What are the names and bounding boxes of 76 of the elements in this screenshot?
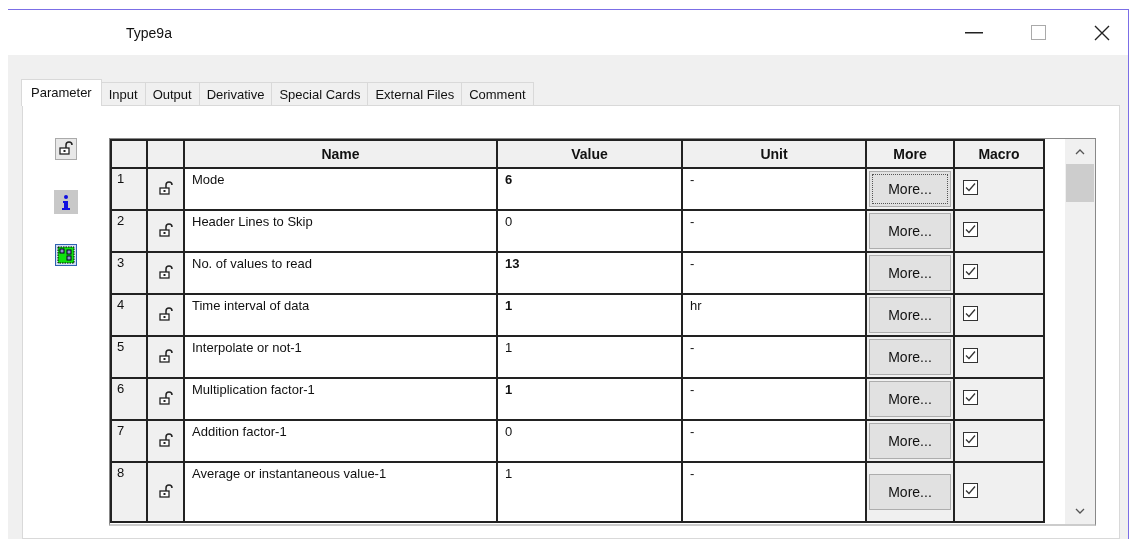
- value-cell[interactable]: 1: [497, 336, 682, 378]
- value-cell[interactable]: 0: [497, 420, 682, 462]
- name-cell[interactable]: Time interval of data: [184, 294, 497, 336]
- unit-cell[interactable]: -: [682, 168, 866, 210]
- value-cell[interactable]: 0: [497, 210, 682, 252]
- padlock-icon[interactable]: [157, 347, 174, 364]
- tab[interactable]: Special Cards: [271, 82, 369, 105]
- padlock-icon[interactable]: [157, 263, 174, 280]
- value-cell[interactable]: 1: [497, 294, 682, 336]
- padlock-icon[interactable]: [157, 221, 174, 238]
- row-number: 8: [111, 462, 147, 522]
- more-button[interactable]: More...: [869, 339, 951, 375]
- close-icon[interactable]: [1094, 24, 1110, 41]
- scrollbar-thumb[interactable]: [1066, 164, 1094, 202]
- row-number: 3: [111, 252, 147, 294]
- macro-checkbox[interactable]: [963, 222, 978, 237]
- macro-checkbox[interactable]: [963, 348, 978, 363]
- row-number: 2: [111, 210, 147, 252]
- value-cell[interactable]: 1: [497, 462, 682, 522]
- value-cell[interactable]: 1: [497, 378, 682, 420]
- column-header: More: [866, 140, 954, 168]
- name-cell[interactable]: Header Lines to Skip: [184, 210, 497, 252]
- more-button[interactable]: More...: [869, 381, 951, 417]
- macro-checkbox[interactable]: [963, 264, 978, 279]
- window-title: Type9a: [126, 24, 172, 41]
- macro-checkbox[interactable]: [963, 390, 978, 405]
- tab[interactable]: Comment: [461, 82, 534, 105]
- name-cell[interactable]: No. of values to read: [184, 252, 497, 294]
- row-number: 5: [111, 336, 147, 378]
- macro-checkbox[interactable]: [963, 432, 978, 447]
- tab[interactable]: Parameter: [21, 79, 102, 106]
- unit-cell[interactable]: -: [682, 252, 866, 294]
- name-cell[interactable]: Interpolate or not-1: [184, 336, 497, 378]
- unit-cell[interactable]: -: [682, 378, 866, 420]
- vertical-scrollbar[interactable]: [1065, 139, 1095, 524]
- more-button[interactable]: More...: [869, 474, 951, 510]
- name-cell[interactable]: Mode: [184, 168, 497, 210]
- row-number: 7: [111, 420, 147, 462]
- column-header: Name: [184, 140, 497, 168]
- name-cell[interactable]: Multiplication factor-1: [184, 378, 497, 420]
- unit-cell[interactable]: -: [682, 462, 866, 522]
- more-button[interactable]: More...: [869, 213, 951, 249]
- more-button[interactable]: More...: [869, 423, 951, 459]
- diagram-icon[interactable]: [55, 244, 77, 266]
- info-icon[interactable]: [54, 190, 78, 214]
- column-header: Value: [497, 140, 682, 168]
- more-button[interactable]: More...: [869, 255, 951, 291]
- padlock-icon[interactable]: [157, 305, 174, 322]
- unit-cell[interactable]: -: [682, 420, 866, 462]
- value-cell[interactable]: 13: [497, 252, 682, 294]
- unit-cell[interactable]: -: [682, 210, 866, 252]
- unit-cell[interactable]: -: [682, 336, 866, 378]
- name-cell[interactable]: Addition factor-1: [184, 420, 497, 462]
- padlock-icon[interactable]: [55, 138, 77, 160]
- row-number: 4: [111, 294, 147, 336]
- row-number: 6: [111, 378, 147, 420]
- macro-checkbox[interactable]: [963, 306, 978, 321]
- row-number: 1: [111, 168, 147, 210]
- more-button[interactable]: More...: [869, 171, 951, 207]
- column-header: Unit: [682, 140, 866, 168]
- macro-checkbox[interactable]: [963, 483, 978, 498]
- unit-cell[interactable]: hr: [682, 294, 866, 336]
- tab[interactable]: Input: [100, 82, 146, 105]
- macro-checkbox[interactable]: [963, 180, 978, 195]
- name-cell[interactable]: Average or instantaneous value-1: [184, 462, 497, 522]
- padlock-icon[interactable]: [157, 431, 174, 448]
- tab[interactable]: Output: [144, 82, 200, 105]
- more-button[interactable]: More...: [869, 297, 951, 333]
- minimize-icon[interactable]: [965, 31, 983, 34]
- scroll-up-icon[interactable]: [1075, 149, 1085, 155]
- column-header: Macro: [954, 140, 1044, 168]
- padlock-icon[interactable]: [157, 179, 174, 196]
- padlock-icon[interactable]: [157, 482, 174, 499]
- scroll-down-icon[interactable]: [1075, 508, 1085, 514]
- value-cell[interactable]: 6: [497, 168, 682, 210]
- padlock-icon[interactable]: [157, 389, 174, 406]
